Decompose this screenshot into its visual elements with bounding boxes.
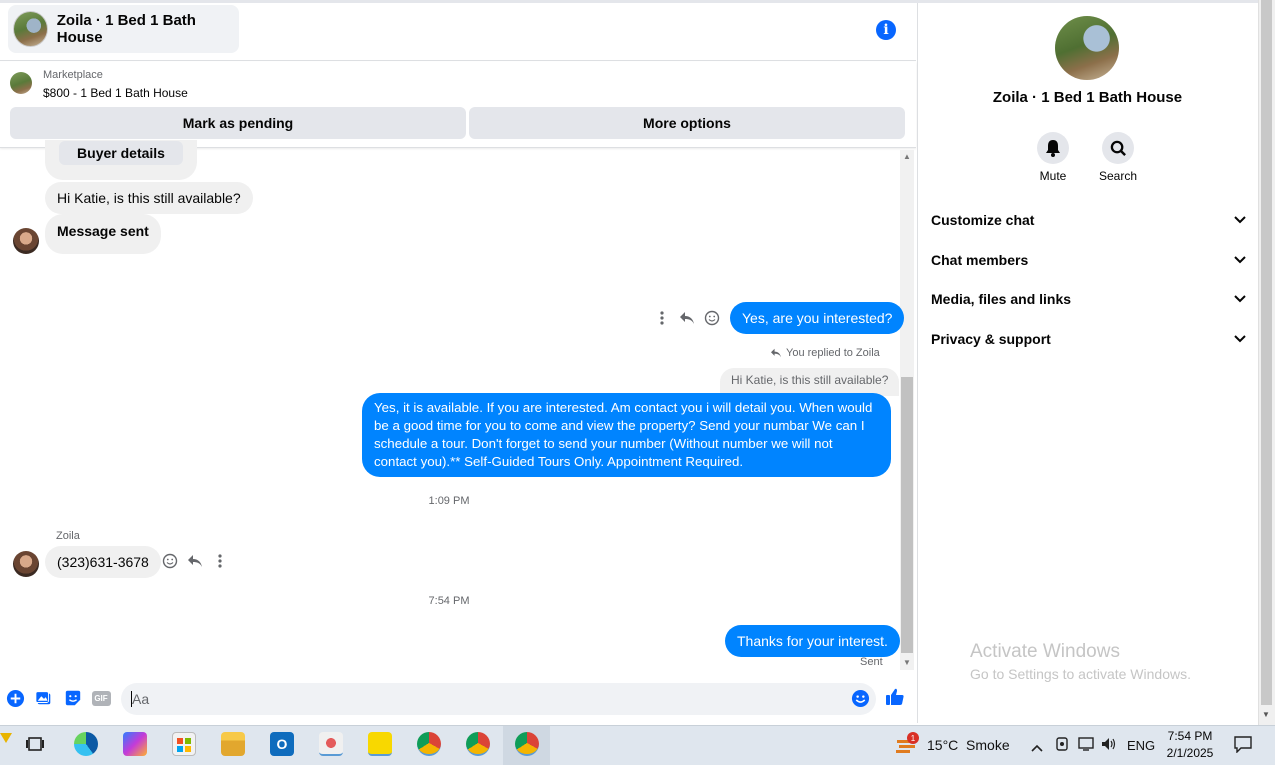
notifications-icon[interactable] [1233,735,1253,758]
reply-icon[interactable] [186,552,204,570]
react-smiley-icon[interactable] [703,309,721,327]
chrome-profile-icon[interactable] [466,732,490,756]
mark-as-pending-button[interactable]: Mark as pending [10,107,466,139]
activation-watermark-title: Activate Windows [970,641,1120,662]
copilot-icon[interactable] [123,732,147,756]
outgoing-message[interactable]: Yes, are you interested? [730,302,905,334]
section-privacy-support[interactable]: Privacy & support [931,328,1246,350]
page-scrollbar-thumb[interactable] [1261,0,1272,705]
scroll-up-arrow-icon[interactable]: ▲ [900,152,914,161]
emoji-icon[interactable] [850,688,870,708]
search-button[interactable]: Search [1088,132,1148,183]
network-icon[interactable] [1077,736,1095,757]
search-label: Search [1098,169,1138,183]
chrome-active-icon[interactable] [515,732,539,756]
reply-small-icon [771,348,781,358]
thumbs-up-icon[interactable] [885,687,905,707]
message-input[interactable]: Aa [121,683,876,715]
timestamp: 7:54 PM [428,595,470,607]
incoming-phone-message[interactable]: (323)631-3678 [45,546,161,578]
mute-label: Mute [1039,169,1067,183]
more-options-button[interactable]: More options [469,107,905,139]
sender-avatar[interactable] [13,228,39,254]
react-smiley-icon[interactable] [161,552,179,570]
sender-name: Zoila [56,530,80,542]
section-label: Chat members [931,252,1029,268]
scroll-down-arrow-icon[interactable]: ▼ [900,658,914,667]
reply-icon[interactable] [678,309,696,327]
quoted-message[interactable]: Hi Katie, is this still available? [720,368,900,396]
weather-badge: 1 [907,732,919,744]
listing-avatar [13,11,48,47]
info-icon[interactable]: i [876,20,896,40]
section-media-files-links[interactable]: Media, files and links [931,288,1246,310]
clock[interactable]: 7:54 PM 2/1/2025 [1160,729,1220,760]
start-corner-icon[interactable] [0,733,12,743]
chevron-down-icon [1234,332,1246,346]
chevron-down-icon [1234,292,1246,306]
marketplace-listing-title[interactable]: $800 - 1 Bed 1 Bath House [43,86,188,100]
outgoing-message[interactable]: Thanks for your interest. [725,625,900,657]
store-icon[interactable] [172,732,196,756]
profile-name: Zoila · 1 Bed 1 Bath House [992,89,1183,106]
paint-app-icon[interactable] [319,732,343,756]
section-label: Media, files and links [931,291,1072,307]
section-chat-members[interactable]: Chat members [931,249,1246,271]
bell-icon [1037,132,1069,164]
show-hidden-icons-chevron-icon[interactable] [1031,739,1043,757]
clock-date: 2/1/2025 [1166,746,1214,760]
chevron-down-icon [1234,213,1246,227]
edge-icon[interactable] [74,732,98,756]
marketplace-label: Marketplace [43,69,103,81]
text-caret [131,691,132,707]
profile-avatar[interactable] [1055,16,1119,80]
incoming-message[interactable]: Hi Katie, is this still available? [45,182,253,214]
more-vertical-icon[interactable] [653,309,671,327]
message-input-placeholder: Aa [132,691,150,707]
task-view-icon[interactable] [25,735,45,753]
outgoing-long-message[interactable]: Yes, it is available. If you are interes… [362,393,891,477]
messages-scrollbar-thumb[interactable] [901,377,913,653]
mute-button[interactable]: Mute [1023,132,1083,183]
chrome-icon[interactable] [417,732,441,756]
timestamp: 1:09 PM [428,495,470,507]
marketplace-listing-thumb [10,72,32,94]
buyer-details-button[interactable]: Buyer details [59,141,183,165]
conversation-title: Zoila · 1 Bed 1 Bath House [56,12,196,46]
incoming-message-sent[interactable]: Message sent [45,214,161,254]
volume-icon[interactable] [1100,736,1118,757]
message-status: Sent [860,656,883,668]
section-label: Privacy & support [931,331,1051,347]
sticky-notes-icon[interactable] [368,732,392,756]
clock-time: 7:54 PM [1167,729,1213,743]
plus-circle-icon[interactable] [5,688,25,708]
gif-icon[interactable]: GIF [91,688,111,708]
weather-text[interactable]: 15°C Smoke [927,737,1010,753]
outlook-icon[interactable]: O [270,732,294,756]
search-icon [1102,132,1134,164]
sender-avatar[interactable] [13,551,39,577]
more-vertical-icon[interactable] [211,552,229,570]
photo-icon[interactable] [34,688,54,708]
replied-note: You replied to Zoila [786,347,880,359]
language-indicator[interactable]: ENG [1127,738,1155,753]
meet-now-icon[interactable] [1054,736,1070,757]
file-explorer-icon[interactable] [221,732,245,756]
page-scroll-down-icon[interactable]: ▼ [1262,710,1270,719]
conversation-details-panel [917,3,1258,723]
sticker-icon[interactable] [63,688,83,708]
activation-watermark-text: Go to Settings to activate Windows. [970,666,1191,682]
reply-context: You replied to Zoila [770,347,880,359]
conversation-title-button[interactable]: Zoila · 1 Bed 1 Bath House [8,5,239,53]
chevron-down-icon [1234,253,1246,267]
section-customize-chat[interactable]: Customize chat [931,209,1246,231]
section-label: Customize chat [931,212,1035,228]
